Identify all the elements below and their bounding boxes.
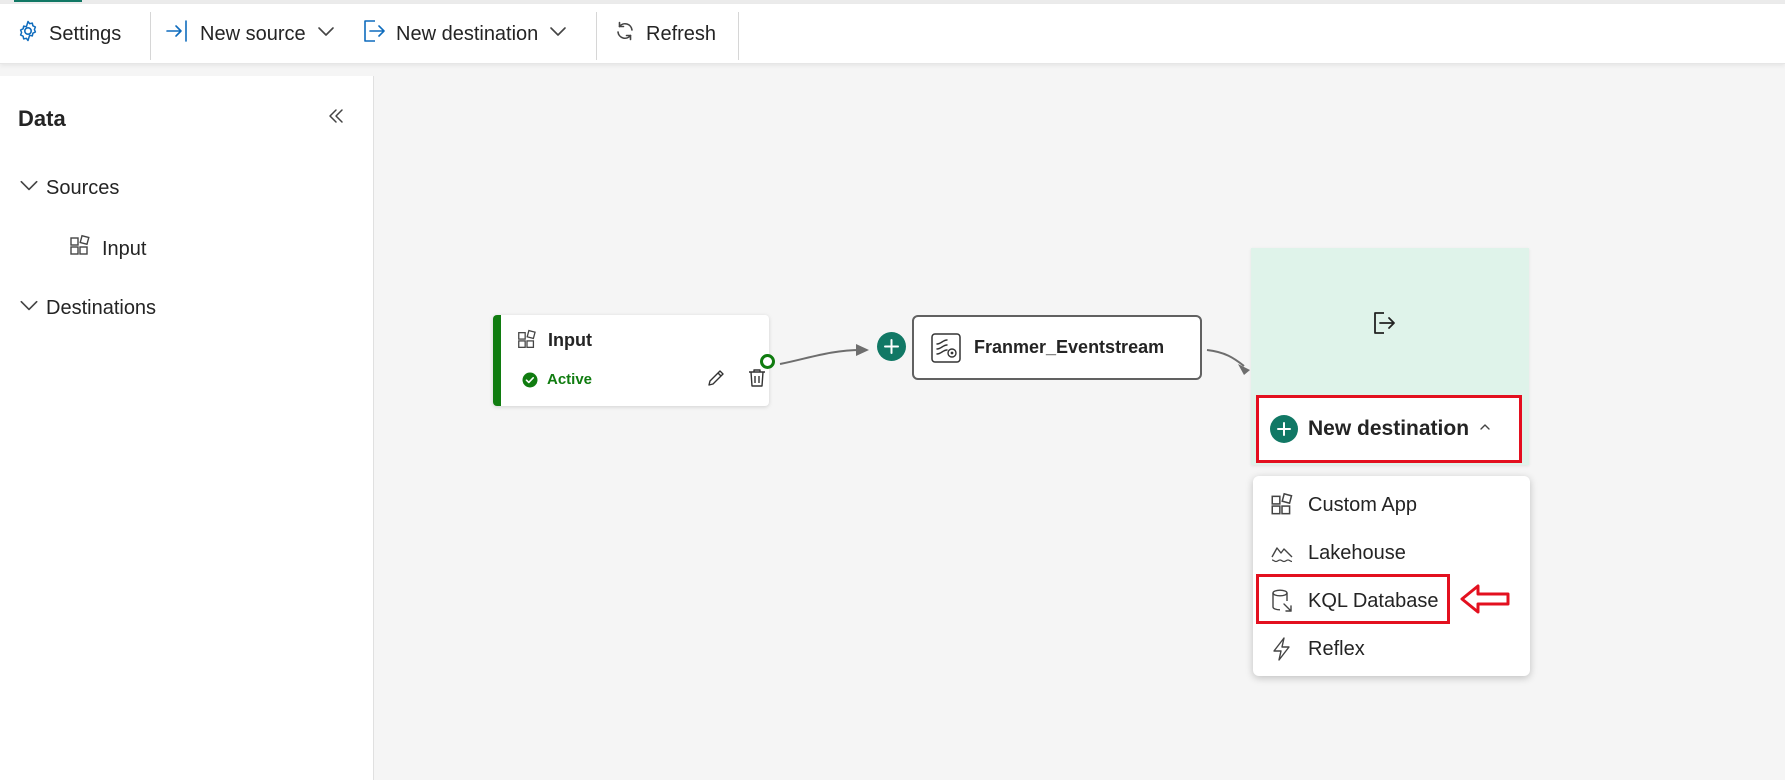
- custom-app-icon: [516, 329, 538, 356]
- lightning-icon: [1269, 636, 1295, 662]
- output-port[interactable]: [760, 354, 775, 369]
- input-source-node[interactable]: Input Active: [493, 315, 775, 406]
- eventstream-node[interactable]: Franmer_Eventstream: [912, 315, 1202, 380]
- highlight-box: [1256, 574, 1450, 624]
- exit-icon: [1370, 309, 1398, 342]
- custom-app-icon: [1269, 492, 1295, 518]
- menu-item-custom-app[interactable]: Custom App: [1253, 482, 1530, 528]
- chevron-up-icon: [1478, 420, 1492, 439]
- status-badge: Active: [547, 371, 593, 388]
- menu-item-reflex[interactable]: Reflex: [1253, 626, 1530, 672]
- add-icon[interactable]: [877, 332, 906, 361]
- check-circle-icon: [522, 372, 538, 393]
- menu-item-label: Custom App: [1308, 493, 1417, 516]
- node-title: Franmer_Eventstream: [974, 337, 1165, 357]
- menu-item-label: Reflex: [1308, 637, 1365, 660]
- eventstream-icon: [930, 332, 962, 369]
- node-title: Input: [548, 330, 592, 350]
- add-icon: [1270, 415, 1298, 443]
- lakehouse-icon: [1269, 540, 1295, 566]
- new-destination-dropdown-button[interactable]: New destination: [1256, 395, 1522, 463]
- menu-item-label: Lakehouse: [1308, 541, 1406, 564]
- arrow-left-icon: [1460, 583, 1512, 620]
- new-destination-label: New destination: [1308, 417, 1470, 440]
- edit-icon[interactable]: [705, 367, 727, 394]
- delete-icon[interactable]: [746, 367, 768, 394]
- menu-item-lakehouse[interactable]: Lakehouse: [1253, 530, 1530, 576]
